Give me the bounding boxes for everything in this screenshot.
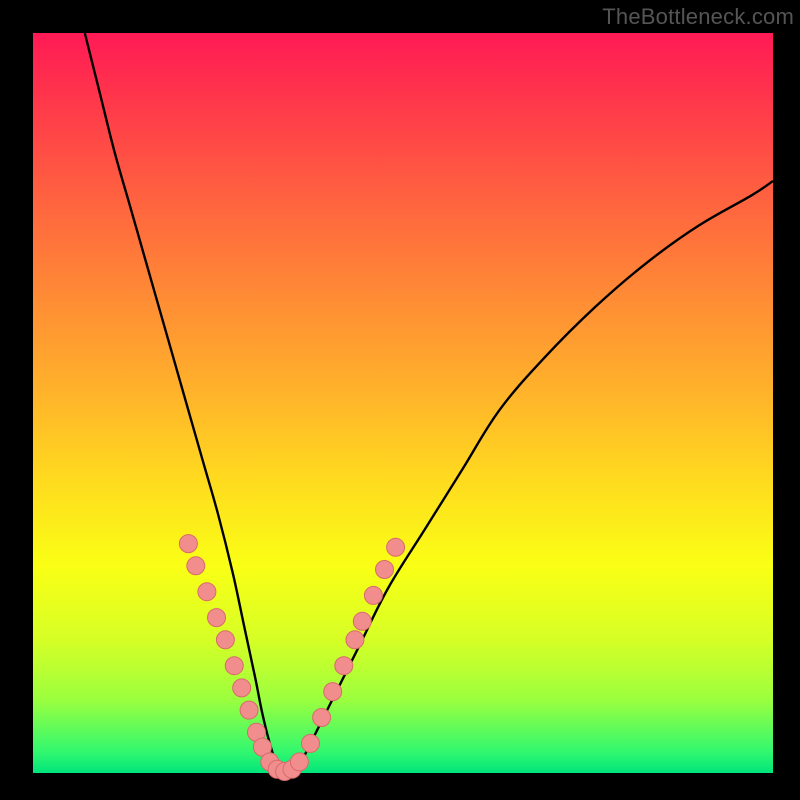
- data-dot: [353, 612, 371, 630]
- data-dot: [302, 734, 320, 752]
- bottleneck-curve: [85, 33, 773, 775]
- data-dot: [208, 609, 226, 627]
- chart-frame: TheBottleneck.com: [0, 0, 800, 800]
- data-dot: [376, 561, 394, 579]
- data-dot: [313, 709, 331, 727]
- data-dot: [290, 753, 308, 771]
- data-dot: [187, 557, 205, 575]
- chart-svg: [0, 0, 800, 800]
- data-dot: [324, 683, 342, 701]
- watermark-text: TheBottleneck.com: [602, 4, 794, 30]
- data-dot: [240, 701, 258, 719]
- data-dot: [216, 631, 234, 649]
- data-dot: [335, 657, 353, 675]
- data-dot: [233, 679, 251, 697]
- data-dot: [225, 657, 243, 675]
- data-dot: [346, 631, 364, 649]
- data-dot: [387, 538, 405, 556]
- data-dot: [364, 586, 382, 604]
- data-dot: [179, 535, 197, 553]
- data-dot: [198, 583, 216, 601]
